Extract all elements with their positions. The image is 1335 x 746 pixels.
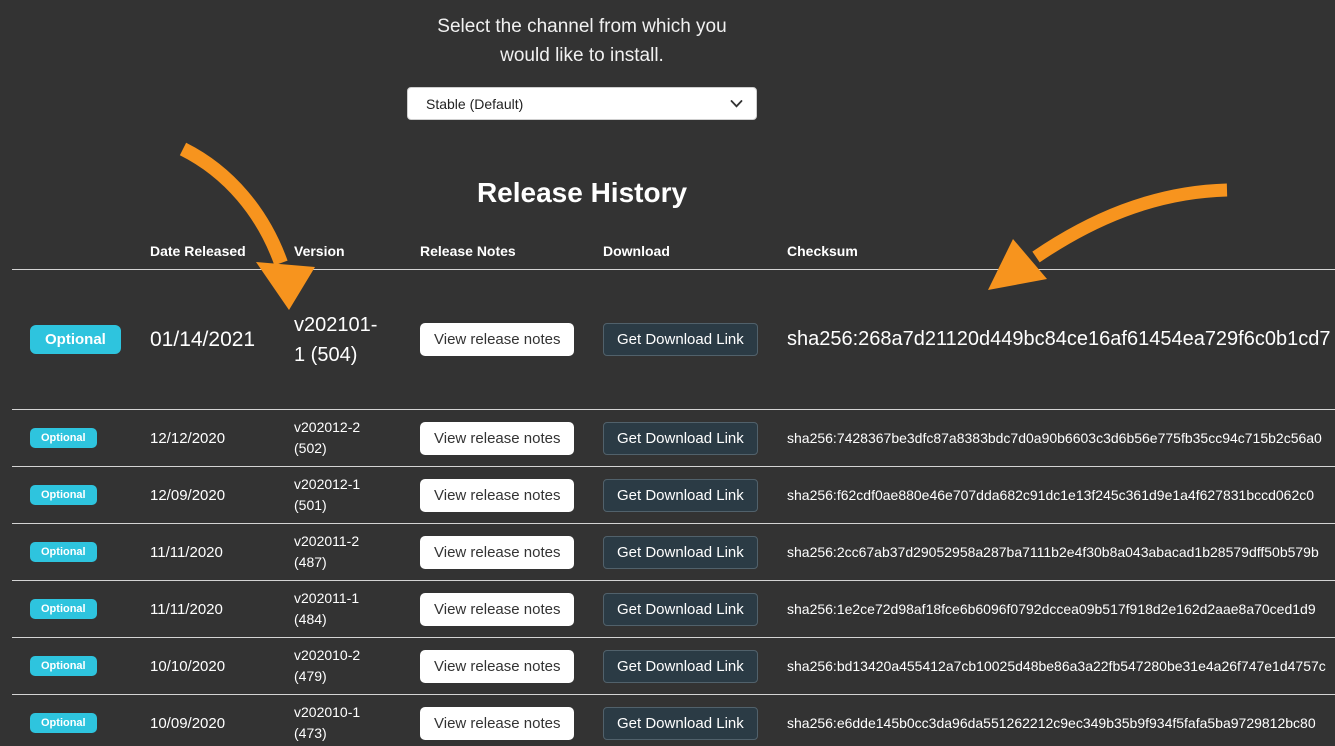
column-header-version: Version — [294, 243, 420, 259]
status-badge: Optional — [30, 656, 97, 676]
table-header-row: Date Released Version Release Notes Down… — [12, 228, 1335, 270]
version-text: v202012-1 (501) — [294, 474, 386, 516]
download-cell: Get Download Link — [603, 650, 787, 683]
date-released-cell: 11/11/2020 — [150, 601, 294, 618]
release-table-body: Optional 01/14/2021 v202101-1 (504) View… — [12, 270, 1335, 746]
channel-prompt: Select the channel from which you would … — [410, 12, 754, 70]
version-text: v202011-1 (484) — [294, 588, 386, 630]
table-row: Optional 11/11/2020 v202011-2 (487) View… — [12, 524, 1335, 581]
version-text: v202101-1 (504) — [294, 310, 386, 370]
status-badge: Optional — [30, 599, 97, 619]
get-download-link-button[interactable]: Get Download Link — [603, 422, 758, 455]
badge-cell: Optional — [30, 485, 150, 505]
table-row: Optional 12/09/2020 v202012-1 (501) View… — [12, 467, 1335, 524]
date-released-cell: 12/09/2020 — [150, 487, 294, 504]
get-download-link-button[interactable]: Get Download Link — [603, 479, 758, 512]
get-download-link-button[interactable]: Get Download Link — [603, 707, 758, 740]
get-download-link-button[interactable]: Get Download Link — [603, 593, 758, 626]
badge-cell: Optional — [30, 599, 150, 619]
release-history-table: Date Released Version Release Notes Down… — [12, 228, 1335, 746]
date-released-cell: 11/11/2020 — [150, 544, 294, 561]
date-released-cell: 10/10/2020 — [150, 658, 294, 675]
date-released-cell: 10/09/2020 — [150, 715, 294, 732]
version-cell: v202010-1 (473) — [294, 702, 420, 744]
get-download-link-button[interactable]: Get Download Link — [603, 536, 758, 569]
badge-cell: Optional — [30, 713, 150, 733]
channel-select-value: Stable (Default) — [421, 96, 523, 112]
badge-cell: Optional — [30, 542, 150, 562]
badge-cell: Optional — [30, 325, 150, 354]
download-cell: Get Download Link — [603, 536, 787, 569]
release-notes-cell: View release notes — [420, 650, 603, 683]
version-cell: v202011-1 (484) — [294, 588, 420, 630]
checksum-cell: sha256:2cc67ab37d29052958a287ba7111b2e4f… — [787, 544, 1335, 560]
status-badge: Optional — [30, 325, 121, 354]
checksum-cell: sha256:f62cdf0ae880e46e707dda682c91dc1e1… — [787, 487, 1335, 503]
column-header-checksum: Checksum — [787, 243, 1335, 259]
status-badge: Optional — [30, 428, 97, 448]
release-notes-cell: View release notes — [420, 707, 603, 740]
view-release-notes-button[interactable]: View release notes — [420, 707, 574, 740]
page-title: Release History — [0, 177, 1164, 209]
checksum-cell: sha256:268a7d21120d449bc84ce16af61454ea7… — [787, 328, 1335, 351]
checksum-cell: sha256:1e2ce72d98af18fce6b6096f0792dccea… — [787, 601, 1335, 617]
version-text: v202010-1 (473) — [294, 702, 386, 744]
table-row: Optional 01/14/2021 v202101-1 (504) View… — [12, 270, 1335, 410]
version-text: v202012-2 (502) — [294, 417, 386, 459]
checksum-cell: sha256:bd13420a455412a7cb10025d48be86a3a… — [787, 658, 1335, 674]
release-notes-cell: View release notes — [420, 593, 603, 626]
version-text: v202010-2 (479) — [294, 645, 386, 687]
view-release-notes-button[interactable]: View release notes — [420, 536, 574, 569]
get-download-link-button[interactable]: Get Download Link — [603, 323, 758, 356]
release-notes-cell: View release notes — [420, 536, 603, 569]
checksum-cell: sha256:7428367be3dfc87a8383bdc7d0a90b660… — [787, 430, 1335, 446]
date-released-cell: 01/14/2021 — [150, 328, 294, 352]
status-badge: Optional — [30, 542, 97, 562]
download-cell: Get Download Link — [603, 707, 787, 740]
download-cell: Get Download Link — [603, 422, 787, 455]
channel-selection-section: Select the channel from which you would … — [0, 0, 1164, 209]
status-badge: Optional — [30, 713, 97, 733]
release-notes-cell: View release notes — [420, 479, 603, 512]
download-cell: Get Download Link — [603, 593, 787, 626]
checksum-cell: sha256:e6dde145b0cc3da96da551262212c9ec3… — [787, 715, 1335, 731]
version-cell: v202010-2 (479) — [294, 645, 420, 687]
version-text: v202011-2 (487) — [294, 531, 386, 573]
date-released-cell: 12/12/2020 — [150, 430, 294, 447]
download-cell: Get Download Link — [603, 479, 787, 512]
view-release-notes-button[interactable]: View release notes — [420, 323, 574, 356]
badge-cell: Optional — [30, 656, 150, 676]
view-release-notes-button[interactable]: View release notes — [420, 650, 574, 683]
column-header-release-notes: Release Notes — [420, 243, 603, 259]
column-header-date-released: Date Released — [150, 243, 294, 259]
badge-cell: Optional — [30, 428, 150, 448]
table-row: Optional 10/09/2020 v202010-1 (473) View… — [12, 695, 1335, 746]
version-cell: v202011-2 (487) — [294, 531, 420, 573]
column-header-download: Download — [603, 243, 787, 259]
version-cell: v202012-2 (502) — [294, 417, 420, 459]
table-row: Optional 12/12/2020 v202012-2 (502) View… — [12, 410, 1335, 467]
version-cell: v202012-1 (501) — [294, 474, 420, 516]
view-release-notes-button[interactable]: View release notes — [420, 479, 574, 512]
view-release-notes-button[interactable]: View release notes — [420, 593, 574, 626]
download-cell: Get Download Link — [603, 323, 787, 356]
table-row: Optional 11/11/2020 v202011-1 (484) View… — [12, 581, 1335, 638]
release-notes-cell: View release notes — [420, 422, 603, 455]
table-row: Optional 10/10/2020 v202010-2 (479) View… — [12, 638, 1335, 695]
get-download-link-button[interactable]: Get Download Link — [603, 650, 758, 683]
status-badge: Optional — [30, 485, 97, 505]
view-release-notes-button[interactable]: View release notes — [420, 422, 574, 455]
channel-select[interactable]: Stable (Default) — [407, 87, 757, 120]
chevron-down-icon — [730, 100, 743, 108]
release-notes-cell: View release notes — [420, 323, 603, 356]
version-cell: v202101-1 (504) — [294, 310, 420, 370]
